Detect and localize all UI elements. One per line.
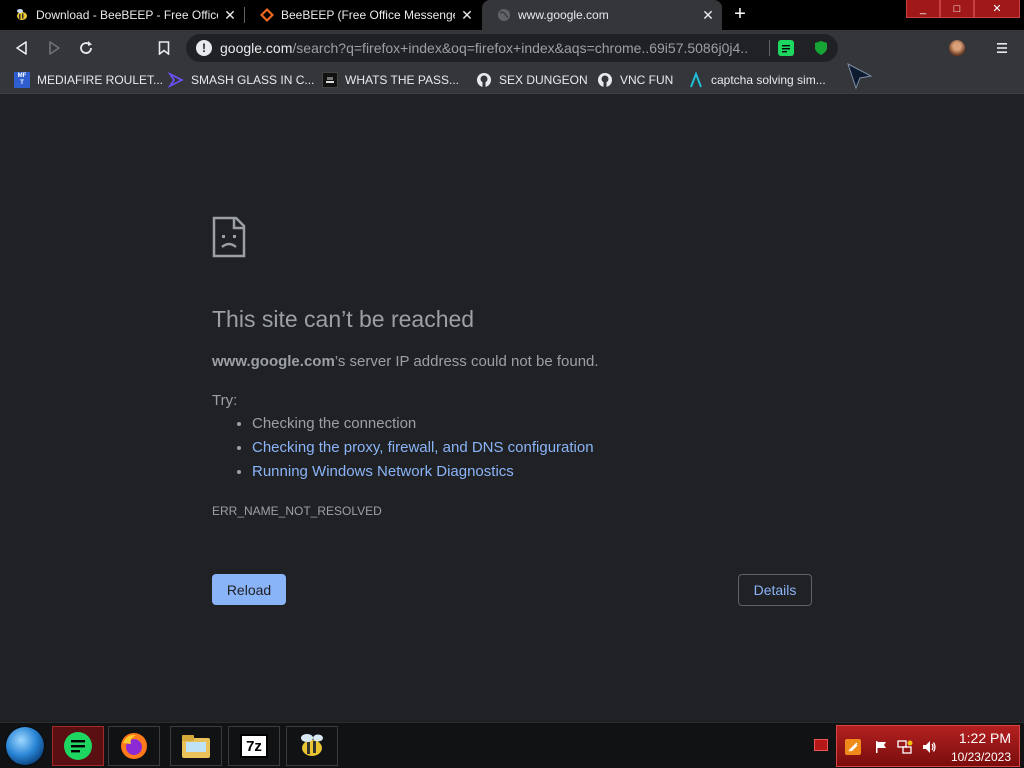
tab-close-icon[interactable]: ✕ — [700, 7, 716, 23]
lambda-icon — [688, 72, 704, 88]
file-explorer-icon — [182, 735, 210, 758]
error-code: ERR_NAME_NOT_RESOLVED — [212, 504, 382, 518]
bookmark-sex-dungeon[interactable]: SEX DUNGEON — [476, 71, 588, 89]
url-text[interactable]: google.com/search?q=firefox+index&oq=fir… — [220, 40, 748, 56]
7zip-icon: 7z — [240, 734, 268, 758]
system-tray: 1:22 PM 10/23/2023 — [836, 725, 1020, 767]
tray-app-icon[interactable] — [845, 739, 861, 755]
terminal-icon — [322, 72, 338, 88]
mediafire-icon: MF T — [14, 72, 30, 88]
try-label: Try: — [212, 392, 238, 409]
bookmark-whats-the-pass[interactable]: WHATS THE PASS... — [322, 71, 459, 89]
bookmark-label: MEDIAFIRE ROULET... — [37, 73, 164, 87]
toolbar-divider — [769, 40, 770, 56]
suggestion-proxy-firewall-dns: Checking the proxy, firewall, and DNS co… — [252, 436, 594, 460]
reload-toolbar-button[interactable] — [75, 37, 97, 59]
forward-arrow-icon — [49, 41, 60, 55]
proxy-firewall-dns-link[interactable]: Checking the proxy, firewall, and DNS co… — [252, 439, 594, 456]
tab-close-icon[interactable]: ✕ — [222, 7, 238, 23]
github-icon — [597, 72, 613, 88]
start-button[interactable] — [6, 727, 44, 765]
url-host: google.com — [220, 40, 293, 56]
url-path: /search?q=firefox+index&oq=firefox+index… — [292, 40, 748, 56]
error-summary-text: ’s server IP address could not be found. — [334, 353, 599, 370]
suggestion-check-connection: Checking the connection — [252, 412, 594, 436]
menu-button[interactable] — [991, 37, 1013, 59]
bookmark-smash-glass[interactable]: SMASH GLASS IN C... — [168, 71, 314, 89]
show-hidden-icons[interactable] — [814, 739, 828, 751]
tab-title: BeeBEEP (Free Office Messenger) d — [281, 8, 455, 22]
bookmark-label: VNC FUN — [620, 73, 674, 87]
globe-icon — [496, 7, 512, 23]
bookmark-label: WHATS THE PASS... — [345, 73, 460, 87]
suggestion-text: Checking the connection — [252, 415, 417, 432]
tab-google[interactable]: www.google.com ✕ — [482, 0, 722, 30]
taskbar-7zip[interactable]: 7z — [228, 726, 280, 766]
error-title: This site can’t be reached — [212, 306, 475, 332]
bookmark-captcha-solving[interactable]: captcha solving sim... — [688, 71, 826, 89]
error-host: www.google.com — [212, 353, 335, 370]
bookmark-button[interactable] — [153, 37, 175, 59]
back-button[interactable] — [11, 37, 33, 59]
reload-icon — [80, 41, 92, 54]
profile-avatar[interactable] — [949, 40, 965, 56]
details-button[interactable]: Details — [738, 574, 812, 606]
7zip-label: 7z — [246, 737, 262, 755]
clock-time[interactable]: 1:22 PM — [959, 730, 1011, 746]
action-center-flag-icon[interactable] — [873, 739, 889, 755]
bookmark-mediafire-roulette[interactable]: MF T MEDIAFIRE ROULET... — [14, 71, 163, 89]
error-page: This site can’t be reached www.google.co… — [0, 94, 1024, 722]
bookmark-label: captcha solving sim... — [711, 73, 826, 87]
beebeep-icon — [301, 734, 323, 756]
close-window-button[interactable]: ✕ — [974, 0, 1020, 18]
address-bar[interactable]: ! google.com/search?q=firefox+index&oq=f… — [186, 34, 838, 62]
bookmark-label: SMASH GLASS IN C... — [191, 73, 315, 87]
error-summary: www.google.com’s server IP address could… — [212, 353, 599, 370]
beebeep-icon — [14, 7, 30, 23]
taskbar: 7z 1:22 PM 10/23/2023 — [0, 722, 1024, 768]
taskbar-file-explorer[interactable] — [170, 726, 222, 766]
tab-strip: Download - BeeBEEP - Free Office ✕ BeeBE… — [0, 0, 1024, 30]
tab-beebeep-download[interactable]: Download - BeeBEEP - Free Office ✕ — [0, 0, 244, 30]
maximize-button[interactable]: □ — [940, 0, 974, 18]
tab-beebeep-sourceforge[interactable]: BeeBEEP (Free Office Messenger) d ✕ — [245, 0, 481, 30]
back-arrow-icon — [16, 41, 27, 55]
sourceforge-icon — [259, 7, 275, 23]
taskbar-firefox[interactable] — [108, 726, 160, 766]
new-tab-button[interactable]: + — [730, 4, 750, 25]
volume-icon[interactable] — [921, 739, 937, 755]
suggestion-network-diagnostics: Running Windows Network Diagnostics — [252, 460, 594, 484]
network-icon[interactable] — [897, 739, 913, 755]
bookmark-vnc-fun[interactable]: VNC FUN — [597, 71, 673, 89]
hamburger-menu-icon — [997, 43, 1007, 53]
suggestions-list: Checking the connection Checking the pro… — [212, 412, 594, 484]
reload-button[interactable]: Reload — [212, 574, 286, 605]
taskbar-notes-app[interactable] — [52, 726, 104, 766]
taskbar-beebeep[interactable] — [286, 726, 338, 766]
not-secure-icon[interactable]: ! — [196, 40, 212, 56]
tab-close-icon[interactable]: ✕ — [459, 7, 475, 23]
sad-document-icon — [212, 216, 246, 258]
browser-toolbar: ! google.com/search?q=firefox+index&oq=f… — [0, 30, 1024, 66]
minimize-button[interactable]: _ — [906, 0, 940, 18]
chevron-bookmark-icon — [168, 72, 184, 88]
bookmark-label: SEX DUNGEON — [499, 73, 588, 87]
window-controls: _ □ ✕ — [906, 0, 1020, 18]
tab-title: Download - BeeBEEP - Free Office — [36, 8, 218, 22]
mouse-cursor-icon — [847, 62, 873, 90]
tab-title: www.google.com — [518, 8, 609, 22]
github-icon — [476, 72, 492, 88]
notes-app-icon — [64, 732, 92, 760]
forward-button[interactable] — [43, 37, 65, 59]
bookmark-icon — [158, 41, 170, 55]
shield-extension-icon[interactable] — [813, 40, 829, 56]
clock-date[interactable]: 10/23/2023 — [951, 750, 1011, 764]
network-diagnostics-link[interactable]: Running Windows Network Diagnostics — [252, 463, 514, 480]
notes-extension-icon[interactable] — [778, 40, 794, 56]
firefox-icon — [121, 733, 147, 759]
